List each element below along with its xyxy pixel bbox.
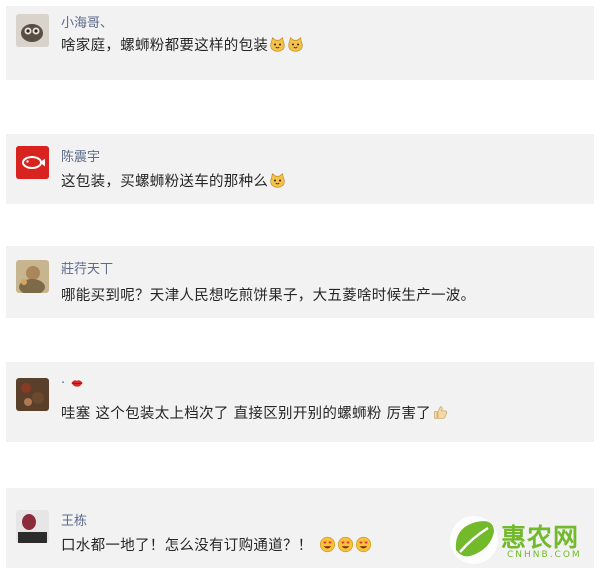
username[interactable]: 小海哥、 [61,12,113,31]
heart-eyes-face-icon [355,536,371,553]
comment-text-body: 这包装，买螺蛳粉送车的那种么 [61,174,269,190]
comment-text: 啥家庭，螺蛳粉都要这样的包装 [61,34,304,55]
comment-card: · 哇塞 这个包装太上档次了 直接区别开别的螺蛳粉 厉害了 [6,362,594,442]
comment-text: 哪能买到呢？天津人民想吃煎饼果子，大五菱啥时候生产一波。 [61,284,475,305]
avatar-image [16,260,49,293]
avatar-image [16,510,49,543]
lips-icon [71,380,83,387]
comment-text-body: 啥家庭，螺蛳粉都要这样的包装 [61,38,269,54]
comment-text: 这包装，买螺蛳粉送车的那种么 [61,170,286,191]
username-text: · [61,376,66,391]
watermark: 惠农网 CNHNB.COM [448,512,598,568]
watermark-subtitle: CNHNB.COM [507,550,582,560]
avatar-image [16,14,49,47]
leaf-logo-icon [450,516,498,564]
comment-text-body: 哪能买到呢？天津人民想吃煎饼果子，大五菱啥时候生产一波。 [61,288,476,304]
comment-text: 口水都一地了！怎么没有订购通道？！ [61,534,372,555]
comment-card: 陈震宇 这包装，买螺蛳粉送车的那种么 [6,134,594,204]
avatar[interactable] [16,146,49,179]
cat-face-icon [288,37,303,52]
username[interactable]: 陈震宇 [61,146,100,165]
cat-face-icon [270,173,285,188]
comment-text-body: 口水都一地了！怎么没有订购通道？！ [61,538,313,554]
avatar-image [16,378,49,411]
comment-card: 莊荇天丅 哪能买到呢？天津人民想吃煎饼果子，大五菱啥时候生产一波。 [6,246,594,318]
avatar[interactable] [16,260,49,293]
watermark-title: 惠农网 [501,523,580,552]
cat-face-icon [270,37,285,52]
comment-text-body: 哇塞 这个包装太上档次了 直接区别开别的螺蛳粉 厉害了 [61,406,431,422]
heart-eyes-face-icon [319,536,335,553]
username[interactable]: 王栋 [61,510,87,529]
avatar[interactable] [16,14,49,47]
comment-card: 小海哥、 啥家庭，螺蛳粉都要这样的包装 [6,6,594,80]
heart-eyes-face-icon [337,536,353,553]
fish-logo-icon [16,146,49,179]
username[interactable]: · [61,376,84,391]
username[interactable]: 莊荇天丅 [61,258,113,277]
avatar[interactable] [16,378,49,411]
comment-text: 哇塞 这个包装太上档次了 直接区别开别的螺蛳粉 厉害了 [61,402,449,423]
avatar[interactable] [16,510,49,543]
thumbs-up-icon [434,406,448,419]
